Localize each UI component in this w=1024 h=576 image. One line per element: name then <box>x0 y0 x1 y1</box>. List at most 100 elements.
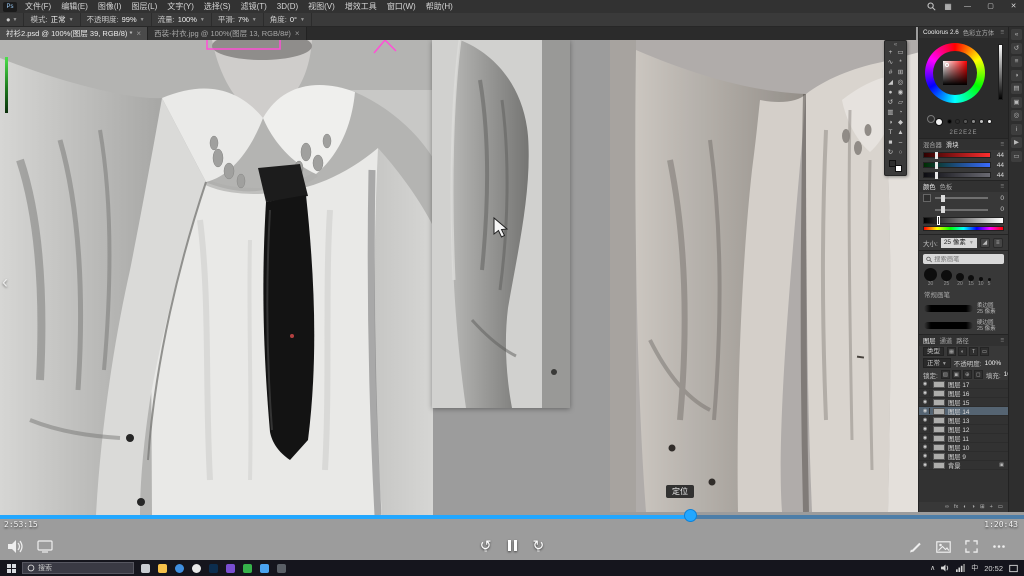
action-center-icon[interactable] <box>1009 564 1018 573</box>
tab-layers-2[interactable]: 路径 <box>956 336 969 345</box>
b-slider[interactable]: 44 <box>919 170 1008 180</box>
color-wheel[interactable] <box>925 43 985 103</box>
menu-3d[interactable]: 3D(D) <box>272 0 303 13</box>
brush-preset-dot[interactable]: 15 <box>968 275 974 287</box>
panel-menu-icon[interactable]: ≡ <box>1000 141 1004 148</box>
player-back-icon[interactable]: ‹ <box>2 272 8 293</box>
navigator-icon[interactable]: ◎ <box>1011 110 1022 121</box>
styles-icon[interactable]: ▤ <box>1011 83 1022 94</box>
menu-window[interactable]: 窗口(W) <box>382 0 421 13</box>
type-tool[interactable]: T <box>886 128 896 138</box>
frame-tool[interactable]: ⊞ <box>896 68 906 78</box>
taskbar-file-explorer[interactable] <box>154 560 171 576</box>
workspace-switcher-icon[interactable]: ▦ <box>943 2 953 11</box>
shade-swatch[interactable] <box>987 119 992 124</box>
display-icon[interactable] <box>37 540 53 553</box>
taskbar-media-player[interactable] <box>222 560 239 576</box>
close-button[interactable]: ✕ <box>1005 0 1022 13</box>
shade-swatch[interactable] <box>963 119 968 124</box>
taskbar-photoshop[interactable] <box>205 560 222 576</box>
visibility-toggle-icon[interactable]: ◉ <box>921 399 930 405</box>
menu-filter[interactable]: 滤镜(T) <box>236 0 272 13</box>
visibility-toggle-icon[interactable]: ◉ <box>921 435 930 441</box>
size-value[interactable]: 25 像素▼ <box>941 238 977 248</box>
collapse-dock-icon[interactable]: « <box>1011 29 1022 40</box>
tab-color-cube[interactable]: 色彩立方体 <box>963 28 994 37</box>
panel-menu-icon[interactable]: ≡ <box>1000 29 1004 36</box>
taskbar-task-view[interactable] <box>137 560 154 576</box>
lock-all-icon[interactable]: ◻ <box>974 370 983 379</box>
pause-button[interactable] <box>508 536 517 554</box>
luminance-slider[interactable] <box>998 44 1003 100</box>
dodge-tool[interactable]: ◑ <box>886 118 896 128</box>
path-select-tool[interactable]: ▲ <box>896 128 906 138</box>
spot-heal-tool[interactable]: ◎ <box>896 78 906 88</box>
visibility-toggle-icon[interactable]: ◉ <box>921 426 930 432</box>
lock-transparency-icon[interactable]: ▨ <box>941 370 950 379</box>
grayscale-ramp[interactable] <box>923 217 1004 224</box>
history-icon[interactable]: ↺ <box>1011 43 1022 54</box>
adjustment-filter-icon[interactable]: ◐ <box>958 347 967 356</box>
layer-filter-type[interactable]: 类型 <box>923 347 944 356</box>
link-layers-icon[interactable]: ∞ <box>945 504 949 510</box>
smoothing-value[interactable]: 7% <box>238 15 249 24</box>
taskbar-mail-app[interactable] <box>256 560 273 576</box>
background-color-swatch[interactable] <box>895 165 902 172</box>
menu-layer[interactable]: 图层(L) <box>126 0 162 13</box>
tab-layers-0[interactable]: 图层 <box>923 336 936 345</box>
flow-value[interactable]: 100% <box>178 15 197 24</box>
shape-tool[interactable]: ■ <box>886 138 896 148</box>
canvas-artwork-left-shirt[interactable] <box>0 40 440 515</box>
flow-option[interactable]: 流量:100%▼ <box>152 13 212 26</box>
ime-indicator[interactable]: 中 <box>971 563 978 573</box>
layer-effects-icon[interactable]: fx <box>954 504 958 510</box>
brush-preset-dot[interactable]: 10 <box>978 277 984 287</box>
hand-tool[interactable]: ⌣ <box>896 138 906 148</box>
brush-search[interactable] <box>923 254 1004 264</box>
pen-tool[interactable]: ◆ <box>896 118 906 128</box>
tray-network-icon[interactable] <box>956 564 965 572</box>
close-icon[interactable]: × <box>136 29 141 38</box>
taskbar-edge-browser[interactable] <box>171 560 188 576</box>
more-options-icon[interactable] <box>992 540 1006 553</box>
doc-tab-1[interactable]: 衬衫2.psd @ 100%(图层 39, RGB/8) *× <box>0 27 148 40</box>
visibility-toggle-icon[interactable]: ◉ <box>921 390 930 396</box>
lock-position-icon[interactable]: ⊕ <box>963 370 972 379</box>
gradient-tool[interactable]: ▥ <box>886 108 896 118</box>
visibility-toggle-icon[interactable]: ◉ <box>921 408 930 414</box>
history-brush-tool[interactable]: ↺ <box>886 98 896 108</box>
visibility-toggle-icon[interactable]: ◉ <box>921 453 930 459</box>
delete-layer-icon[interactable]: ▭ <box>998 504 1003 510</box>
menu-select[interactable]: 选择(S) <box>199 0 236 13</box>
tab-color-1[interactable]: 色板 <box>940 182 953 191</box>
brush-search-input[interactable] <box>934 256 1001 263</box>
taskbar-search[interactable]: 搜索 <box>22 562 134 574</box>
new-layer-icon[interactable]: + <box>990 504 993 510</box>
smoothing-option[interactable]: 平滑:7%▼ <box>212 13 264 26</box>
r-slider[interactable]: 44 <box>919 150 1008 160</box>
shade-swatch[interactable] <box>955 119 960 124</box>
eraser-tool[interactable]: ▱ <box>896 98 906 108</box>
brush-preset-dot[interactable]: 25 <box>941 270 952 287</box>
foreground-color-swatch[interactable] <box>889 160 896 167</box>
rotate-view-tool[interactable]: ↻ <box>886 148 896 158</box>
taskbar-code-editor[interactable] <box>273 560 290 576</box>
menu-plugins[interactable]: 增效工具 <box>340 0 382 13</box>
opacity-option[interactable]: 不透明度:99%▼ <box>81 13 152 26</box>
menu-image[interactable]: 图像(I) <box>93 0 127 13</box>
canvas-artwork-right-suit[interactable] <box>610 40 920 512</box>
shade-swatch[interactable] <box>947 119 952 124</box>
menu-file[interactable]: 文件(F) <box>20 0 56 13</box>
eyedropper-tool[interactable]: ◢ <box>886 78 896 88</box>
zoom-tool[interactable]: ○ <box>896 148 906 158</box>
tray-volume-icon[interactable] <box>941 564 950 572</box>
opacity-value[interactable]: 99% <box>122 15 137 24</box>
tab-mixer-0[interactable]: 混合器 <box>923 140 942 149</box>
blur-tool[interactable]: ◔ <box>896 108 906 118</box>
panel-menu-icon[interactable]: ≡ <box>1000 337 1004 344</box>
visibility-toggle-icon[interactable]: ◉ <box>921 462 930 468</box>
video-progress-bar[interactable] <box>0 515 1024 519</box>
menu-view[interactable]: 视图(V) <box>303 0 340 13</box>
brush-preset-dot[interactable]: 5 <box>988 278 991 287</box>
pixel-filter-icon[interactable]: ▦ <box>947 347 956 356</box>
